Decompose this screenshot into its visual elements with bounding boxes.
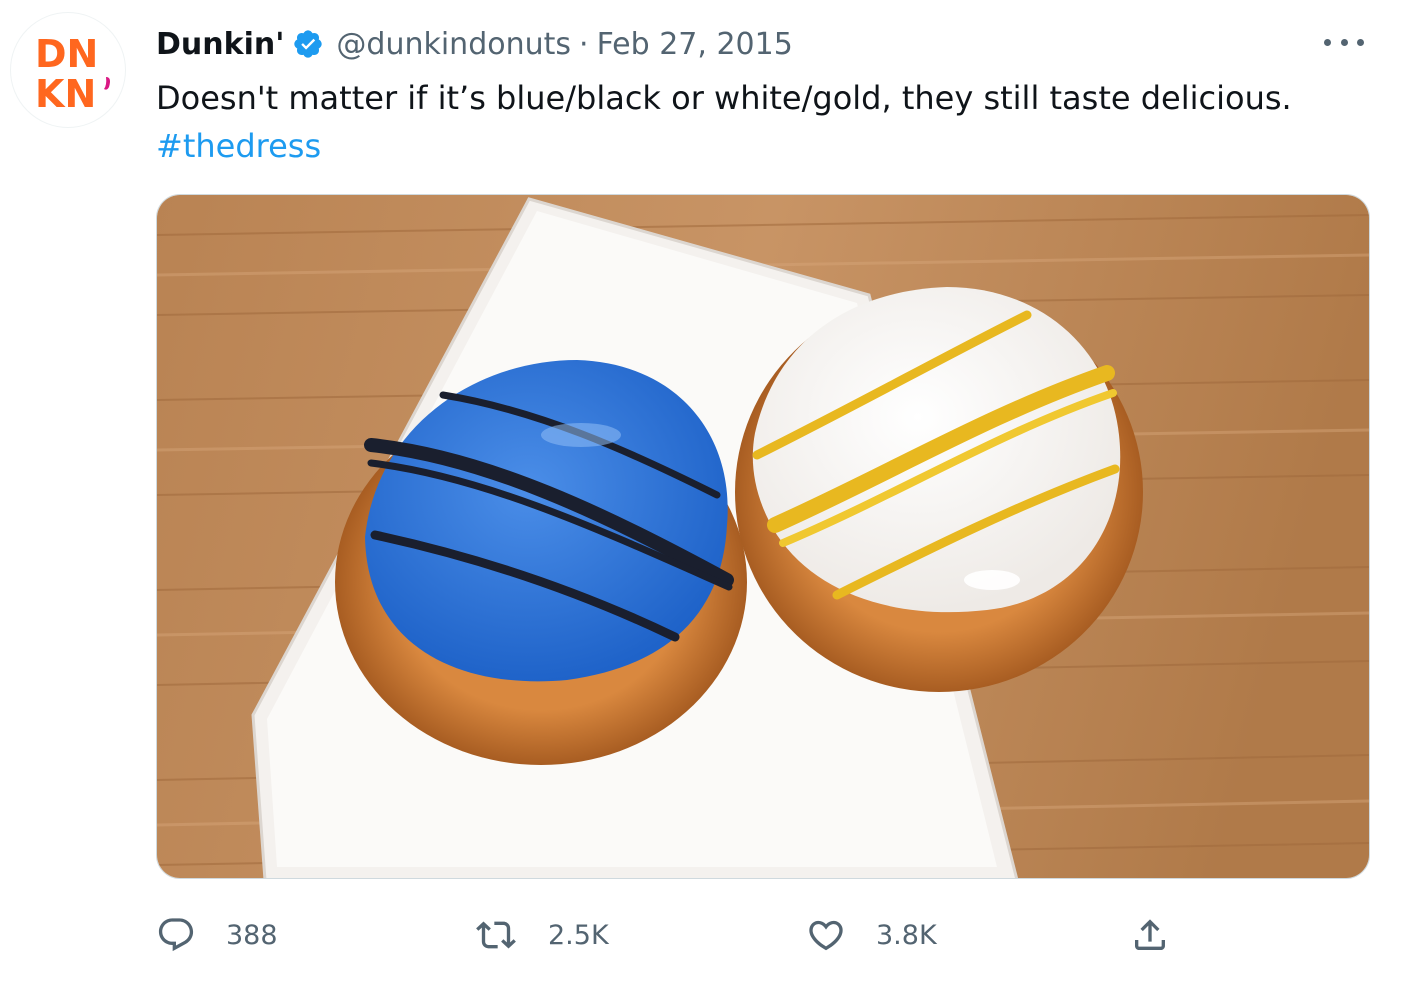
dunkin-logo: DN KN <box>35 32 110 116</box>
reply-icon <box>156 915 196 955</box>
retweet-count: 2.5K <box>548 919 609 951</box>
more-options-icon[interactable] <box>1324 26 1364 58</box>
tweet-body: Doesn't matter if it’s blue/black or whi… <box>156 79 1292 117</box>
avatar[interactable]: DN KN <box>10 12 126 128</box>
tweet-date[interactable]: Feb 27, 2015 <box>597 27 793 62</box>
like-count: 3.8K <box>876 919 937 951</box>
logo-line2: KN <box>35 72 96 116</box>
logo-line1: DN <box>35 32 98 76</box>
logo-apostrophe <box>104 77 110 90</box>
author-name[interactable]: Dunkin' <box>156 27 284 62</box>
heart-icon <box>806 915 846 955</box>
reply-count: 388 <box>226 919 278 951</box>
reply-button[interactable]: 388 <box>156 908 278 962</box>
verified-badge-icon <box>292 28 324 60</box>
tweet-actions: 388 2.5K 3.8K <box>156 908 1216 962</box>
separator-dot: · <box>579 26 589 62</box>
more-dot <box>1357 38 1364 46</box>
tweet-text: Doesn't matter if it’s blue/black or whi… <box>156 74 1356 170</box>
share-icon <box>1130 915 1170 955</box>
author-handle[interactable]: @dunkindonuts <box>336 27 571 62</box>
more-dot <box>1324 38 1331 46</box>
more-dot <box>1340 38 1348 46</box>
retweet-button[interactable]: 2.5K <box>474 908 609 962</box>
like-button[interactable]: 3.8K <box>806 908 937 962</box>
retweet-icon <box>474 915 518 955</box>
share-button[interactable] <box>1130 908 1170 962</box>
tweet-header: Dunkin' @dunkindonuts · Feb 27, 2015 <box>156 22 793 66</box>
hashtag-link[interactable]: #thedress <box>156 122 1356 170</box>
donuts-photo <box>157 195 1369 878</box>
tweet-photo[interactable] <box>156 194 1370 879</box>
tweet: DN KN Dunkin' @dunkindonuts · Feb 27, 20… <box>0 0 1410 984</box>
